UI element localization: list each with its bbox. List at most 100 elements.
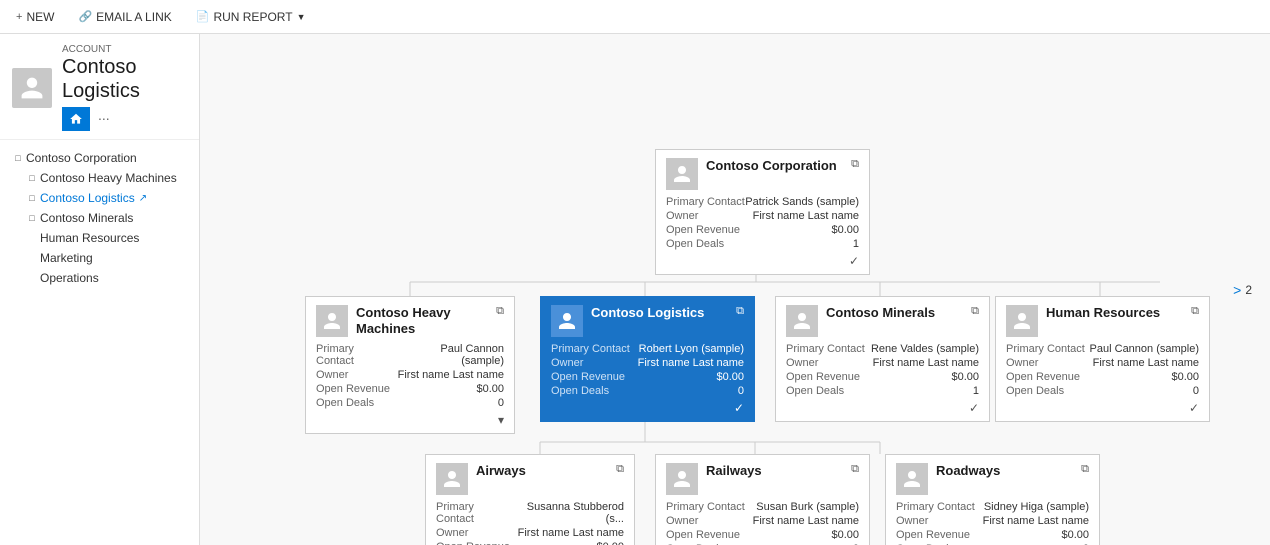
card-row-deals: Open Deals 1 bbox=[666, 238, 859, 250]
sidebar-item-human-resources[interactable]: Human Resources bbox=[0, 228, 199, 248]
account-tabs: ... bbox=[62, 107, 187, 131]
email-link-button[interactable]: 🔗 EMAIL A LINK bbox=[74, 8, 175, 26]
card-human-resources[interactable]: Human Resources ⧉ Primary Contact Paul C… bbox=[995, 296, 1210, 422]
card-footer: ✓ bbox=[1006, 401, 1199, 415]
card-row-revenue: Open Revenue $0.00 bbox=[666, 529, 859, 541]
card-row-deals: Open Deals 0 bbox=[316, 397, 504, 409]
card-contoso-logistics[interactable]: Contoso Logistics ⧉ Primary Contact Robe… bbox=[540, 296, 755, 422]
expand-icon: □ bbox=[26, 212, 38, 224]
nav-tree: □ Contoso Corporation □ Contoso Heavy Ma… bbox=[0, 140, 199, 296]
card-avatar bbox=[666, 158, 698, 190]
card-avatar bbox=[786, 305, 818, 337]
card-footer: ✓ bbox=[786, 401, 979, 415]
card-row-revenue: Open Revenue $0.00 bbox=[551, 371, 744, 383]
account-header: ACCOUNT Contoso Logistics ... bbox=[0, 34, 199, 140]
sidebar-item-contoso-corp[interactable]: □ Contoso Corporation bbox=[0, 148, 199, 168]
report-dropdown-icon: ▼ bbox=[297, 12, 306, 22]
page-number: 2 bbox=[1245, 283, 1252, 297]
card-footer: ✓ bbox=[551, 401, 744, 415]
card-chevron-icon[interactable]: ▾ bbox=[498, 413, 504, 427]
sidebar-item-contoso-minerals[interactable]: □ Contoso Minerals bbox=[0, 208, 199, 228]
card-footer: ▾ bbox=[316, 413, 504, 427]
card-external-link-icon[interactable]: ⧉ bbox=[1081, 463, 1089, 476]
home-tab[interactable] bbox=[62, 107, 90, 131]
account-more-button[interactable]: ... bbox=[98, 107, 110, 131]
card-header: Contoso Minerals ⧉ bbox=[786, 305, 979, 337]
card-contoso-minerals[interactable]: Contoso Minerals ⧉ Primary Contact Rene … bbox=[775, 296, 990, 422]
card-external-link-icon[interactable]: ⧉ bbox=[736, 305, 744, 318]
card-row-contact: Primary Contact Paul Cannon (sample) bbox=[316, 343, 504, 367]
card-row-owner: Owner First name Last name bbox=[316, 369, 504, 381]
card-row-owner: Owner First name Last name bbox=[666, 210, 859, 222]
card-header: Contoso Heavy Machines ⧉ bbox=[316, 305, 504, 337]
card-external-link-icon[interactable]: ⧉ bbox=[971, 305, 979, 318]
next-page-arrow[interactable]: > bbox=[1233, 282, 1241, 298]
card-row-contact: Primary Contact Susan Burk (sample) bbox=[666, 501, 859, 513]
sidebar-item-contoso-logistics[interactable]: □ Contoso Logistics ↗ bbox=[0, 188, 199, 208]
card-external-link-icon[interactable]: ⧉ bbox=[1191, 305, 1199, 318]
card-header: Roadways ⧉ bbox=[896, 463, 1089, 495]
sidebar-item-marketing[interactable]: Marketing bbox=[0, 248, 199, 268]
card-row-owner: Owner First name Last name bbox=[436, 527, 624, 539]
card-row-revenue: Open Revenue $0.00 bbox=[786, 371, 979, 383]
content-area: Contoso Corporation ⧉ Primary Contact Pa… bbox=[200, 34, 1270, 545]
card-row-contact: Primary Contact Paul Cannon (sample) bbox=[1006, 343, 1199, 355]
card-title: Contoso Minerals bbox=[826, 305, 963, 321]
card-row-deals: Open Deals 0 bbox=[551, 385, 744, 397]
card-row-contact: Primary Contact Susanna Stubberod (s... bbox=[436, 501, 624, 525]
card-contoso-corporation[interactable]: Contoso Corporation ⧉ Primary Contact Pa… bbox=[655, 149, 870, 275]
card-row-owner: Owner First name Last name bbox=[896, 515, 1089, 527]
card-avatar bbox=[316, 305, 348, 337]
card-contoso-heavy-machines[interactable]: Contoso Heavy Machines ⧉ Primary Contact… bbox=[305, 296, 515, 434]
card-title: Contoso Heavy Machines bbox=[356, 305, 488, 336]
card-row-owner: Owner First name Last name bbox=[1006, 357, 1199, 369]
expand-icon: □ bbox=[12, 152, 24, 164]
card-external-link-icon[interactable]: ⧉ bbox=[616, 463, 624, 476]
main-layout: ACCOUNT Contoso Logistics ... □ Contoso … bbox=[0, 34, 1270, 545]
card-avatar bbox=[666, 463, 698, 495]
new-button[interactable]: + NEW bbox=[12, 8, 58, 26]
card-row-owner: Owner First name Last name bbox=[786, 357, 979, 369]
hierarchy-container: Contoso Corporation ⧉ Primary Contact Pa… bbox=[200, 34, 1260, 545]
new-label: NEW bbox=[26, 10, 54, 24]
account-info: ACCOUNT Contoso Logistics ... bbox=[62, 44, 187, 131]
card-row-revenue: Open Revenue $0.00 bbox=[666, 224, 859, 236]
card-row-revenue: Open Revenue $0.00 bbox=[1006, 371, 1199, 383]
card-airways[interactable]: Airways ⧉ Primary Contact Susanna Stubbe… bbox=[425, 454, 635, 545]
card-row-contact: Primary Contact Sidney Higa (sample) bbox=[896, 501, 1089, 513]
sidebar-item-contoso-heavy[interactable]: □ Contoso Heavy Machines bbox=[0, 168, 199, 188]
card-avatar bbox=[436, 463, 468, 495]
card-title: Roadways bbox=[936, 463, 1073, 479]
link-icon: 🔗 bbox=[78, 10, 92, 23]
card-title: Airways bbox=[476, 463, 608, 479]
sidebar-label: Operations bbox=[40, 271, 99, 285]
card-row-deals: Open Deals 0 bbox=[1006, 385, 1199, 397]
expand-icon: □ bbox=[26, 172, 38, 184]
card-row-owner: Owner First name Last name bbox=[666, 515, 859, 527]
run-report-button[interactable]: 📄 RUN REPORT ▼ bbox=[192, 8, 310, 26]
card-check-icon: ✓ bbox=[969, 401, 979, 415]
sidebar: ACCOUNT Contoso Logistics ... □ Contoso … bbox=[0, 34, 200, 545]
card-row-deals: Open Deals 1 bbox=[786, 385, 979, 397]
card-avatar bbox=[896, 463, 928, 495]
sidebar-label: Contoso Corporation bbox=[26, 151, 137, 165]
card-header: Contoso Corporation ⧉ bbox=[666, 158, 859, 190]
report-icon: 📄 bbox=[196, 10, 210, 23]
account-avatar bbox=[12, 68, 52, 108]
sidebar-item-operations[interactable]: Operations bbox=[0, 268, 199, 288]
card-header: Airways ⧉ bbox=[436, 463, 624, 495]
card-avatar bbox=[1006, 305, 1038, 337]
card-row-revenue: Open Revenue $0.00 bbox=[896, 529, 1089, 541]
plus-icon: + bbox=[16, 11, 22, 23]
external-link-icon: ↗ bbox=[139, 193, 147, 204]
report-label: RUN REPORT bbox=[213, 10, 292, 24]
card-check-icon: ✓ bbox=[734, 401, 744, 415]
card-row-contact: Primary Contact Rene Valdes (sample) bbox=[786, 343, 979, 355]
card-roadways[interactable]: Roadways ⧉ Primary Contact Sidney Higa (… bbox=[885, 454, 1100, 545]
card-external-link-icon[interactable]: ⧉ bbox=[851, 463, 859, 476]
card-check-icon: ✓ bbox=[849, 254, 859, 268]
card-railways[interactable]: Railways ⧉ Primary Contact Susan Burk (s… bbox=[655, 454, 870, 545]
card-external-link-icon[interactable]: ⧉ bbox=[851, 158, 859, 171]
card-external-link-icon[interactable]: ⧉ bbox=[496, 305, 504, 318]
card-check-icon: ✓ bbox=[1189, 401, 1199, 415]
